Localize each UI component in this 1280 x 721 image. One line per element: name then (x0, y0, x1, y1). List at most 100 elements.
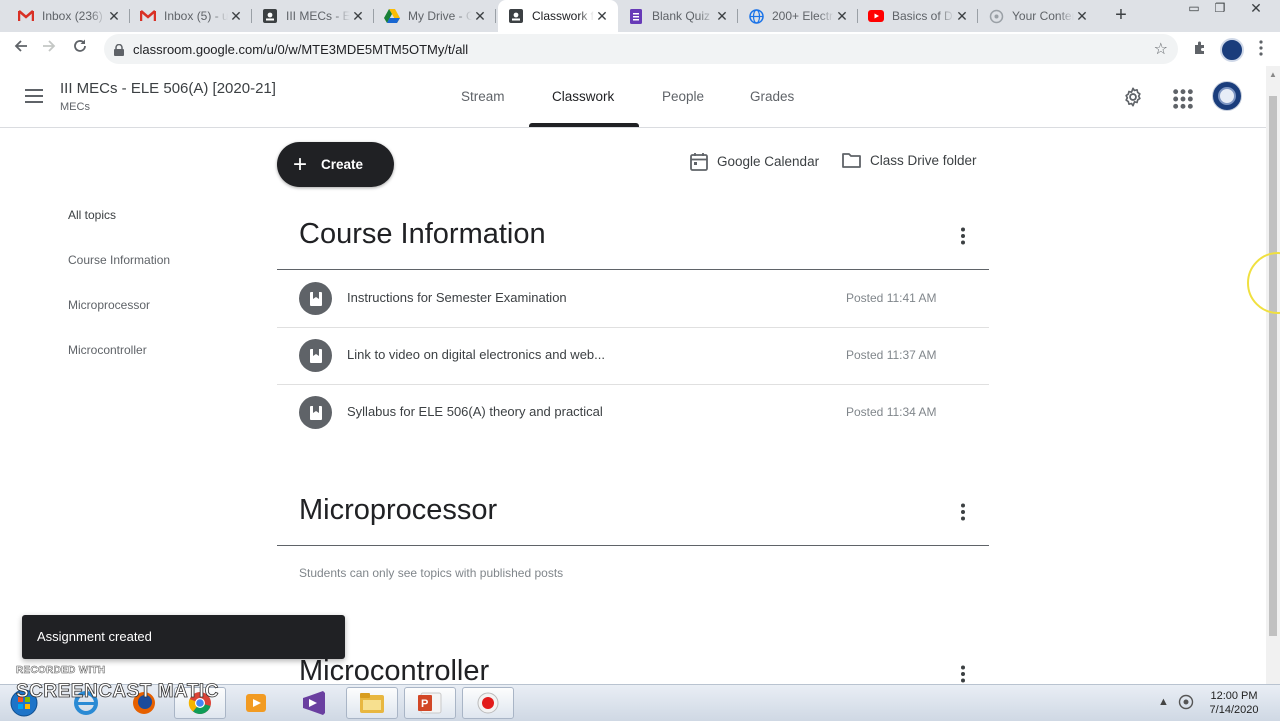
more-options-icon[interactable] (960, 503, 966, 521)
visual-studio-icon[interactable] (288, 687, 340, 719)
close-tab-icon[interactable]: ✕ (472, 8, 488, 25)
restore-icon[interactable]: ❐ (1206, 0, 1234, 18)
bookmark-star-icon[interactable]: ☆ (1154, 39, 1168, 59)
close-tab-icon[interactable]: ✕ (834, 8, 850, 25)
close-tab-icon[interactable]: ✕ (954, 8, 970, 25)
browser-toolbar: classroom.google.com/u/0/w/MTE3MDE5MTM5O… (0, 32, 1280, 67)
forward-icon[interactable] (38, 38, 60, 60)
tab-title: 200+ Electro (772, 9, 834, 23)
tab-grades[interactable]: Grades (750, 89, 794, 104)
item-posted-time: Posted 11:41 AM (846, 291, 937, 305)
window-close-icon[interactable]: ✕ (1242, 0, 1270, 18)
material-icon (299, 339, 332, 372)
forms-icon (628, 8, 644, 24)
system-clock[interactable]: 12:00 PM 7/14/2020 (1200, 689, 1268, 717)
url-text: classroom.google.com/u/0/w/MTE3MDE5MTM5O… (133, 42, 469, 57)
account-avatar[interactable] (1212, 81, 1242, 111)
google-calendar-link[interactable]: Google Calendar (690, 152, 819, 171)
folder-icon (842, 153, 861, 168)
class-title[interactable]: III MECs - ELE 506(A) [2020-21] (60, 80, 276, 97)
more-options-icon[interactable] (960, 227, 966, 245)
close-tab-icon[interactable]: ✕ (714, 8, 730, 25)
reload-icon[interactable] (69, 38, 91, 60)
item-title: Instructions for Semester Examination (347, 290, 567, 305)
browser-tab[interactable]: III MECs - El ✕ (252, 0, 374, 32)
topic-all[interactable]: All topics (68, 208, 116, 222)
close-tab-icon[interactable]: ✕ (350, 8, 366, 25)
powerpoint-icon[interactable]: P (404, 687, 456, 719)
cursor-highlight (1247, 252, 1280, 314)
classroom-icon (262, 8, 278, 24)
tab-people[interactable]: People (662, 89, 704, 104)
browser-tab[interactable]: My Drive - G ✕ (374, 0, 496, 32)
section-title[interactable]: Microprocessor (299, 494, 497, 527)
screen-recorder-icon[interactable] (462, 687, 514, 719)
active-tab-indicator (529, 123, 639, 127)
close-tab-icon[interactable]: ✕ (228, 8, 244, 25)
browser-profile-avatar[interactable] (1220, 38, 1244, 62)
section-divider (277, 545, 989, 546)
class-drive-folder-label: Class Drive folder (870, 152, 977, 168)
class-drive-folder-link[interactable]: Class Drive folder (842, 152, 977, 168)
tab-classwork[interactable]: Classwork (552, 89, 614, 104)
close-tab-icon[interactable]: ✕ (1074, 8, 1090, 25)
tab-stream[interactable]: Stream (461, 89, 505, 104)
browser-tab[interactable]: Your Conten ✕ (978, 0, 1098, 32)
browser-tab[interactable]: Inbox (5) - u ✕ (130, 0, 252, 32)
create-button[interactable]: + Create (277, 142, 394, 187)
browser-tab-active[interactable]: Classwork fo ✕ (498, 0, 618, 32)
section-title[interactable]: Course Information (299, 218, 546, 251)
empty-topic-note: Students can only see topics with publis… (299, 566, 564, 580)
tab-title: Blank Quiz - (652, 9, 714, 23)
minimize-icon[interactable]: ▭ (1180, 0, 1208, 18)
main-menu-icon[interactable] (25, 89, 43, 107)
media-player-icon[interactable] (230, 687, 282, 719)
close-tab-icon[interactable]: ✕ (594, 8, 610, 25)
more-options-icon[interactable] (960, 665, 966, 683)
tab-title: Your Conten (1012, 9, 1074, 23)
item-posted-time: Posted 11:34 AM (846, 405, 937, 419)
item-title: Link to video on digital electronics and… (347, 347, 605, 362)
settings-gear-icon[interactable] (1122, 86, 1144, 108)
tab-title: III MECs - El (286, 9, 350, 23)
snackbar-message: Assignment created (37, 629, 152, 644)
page-scrollbar[interactable]: ▲ (1266, 66, 1280, 684)
browser-menu-icon[interactable] (1258, 40, 1264, 56)
classroom-icon (508, 8, 524, 24)
topic-course-information[interactable]: Course Information (68, 253, 170, 267)
scrollbar-thumb[interactable] (1269, 96, 1277, 636)
new-tab-icon[interactable]: + (1111, 5, 1131, 25)
browser-tab[interactable]: 200+ Electro ✕ (738, 0, 858, 32)
tab-title: My Drive - G (408, 9, 472, 23)
topic-microcontroller[interactable]: Microcontroller (68, 343, 147, 357)
list-item[interactable]: Link to video on digital electronics and… (277, 327, 989, 385)
file-explorer-icon[interactable] (346, 687, 398, 719)
browser-tab-strip: Inbox (236) ✕ Inbox (5) - u ✕ III MECs -… (0, 0, 1280, 32)
list-item[interactable]: Syllabus for ELE 506(A) theory and pract… (277, 384, 989, 441)
list-item[interactable]: Instructions for Semester Examination Po… (277, 270, 989, 328)
plus-icon: + (293, 150, 308, 178)
material-icon (299, 282, 332, 315)
drive-icon (384, 8, 400, 24)
scroll-up-icon[interactable]: ▲ (1269, 70, 1277, 79)
tab-title: Classwork fo (532, 9, 594, 23)
lock-icon (114, 43, 124, 61)
item-title: Syllabus for ELE 506(A) theory and pract… (347, 404, 603, 419)
youtube-icon (868, 8, 884, 24)
gmail-icon (140, 8, 156, 24)
globe-icon (748, 8, 764, 24)
classroom-header: III MECs - ELE 506(A) [2020-21] MECs Str… (0, 66, 1266, 128)
address-bar[interactable]: classroom.google.com/u/0/w/MTE3MDE5MTM5O… (104, 34, 1178, 64)
browser-tab[interactable]: Inbox (236) ✕ (8, 0, 130, 32)
browser-tab[interactable]: Blank Quiz - ✕ (618, 0, 738, 32)
close-tab-icon[interactable]: ✕ (106, 8, 122, 25)
network-icon[interactable] (1178, 694, 1194, 713)
extensions-icon[interactable] (1192, 40, 1208, 61)
gmail-icon (18, 8, 34, 24)
apps-grid-icon[interactable] (1172, 88, 1194, 110)
browser-tab[interactable]: Basics of Dig ✕ (858, 0, 978, 32)
back-icon[interactable] (10, 38, 32, 60)
show-hidden-icons[interactable]: ▲ (1158, 696, 1169, 708)
svg-text:P: P (421, 698, 428, 710)
topic-microprocessor[interactable]: Microprocessor (68, 298, 150, 312)
